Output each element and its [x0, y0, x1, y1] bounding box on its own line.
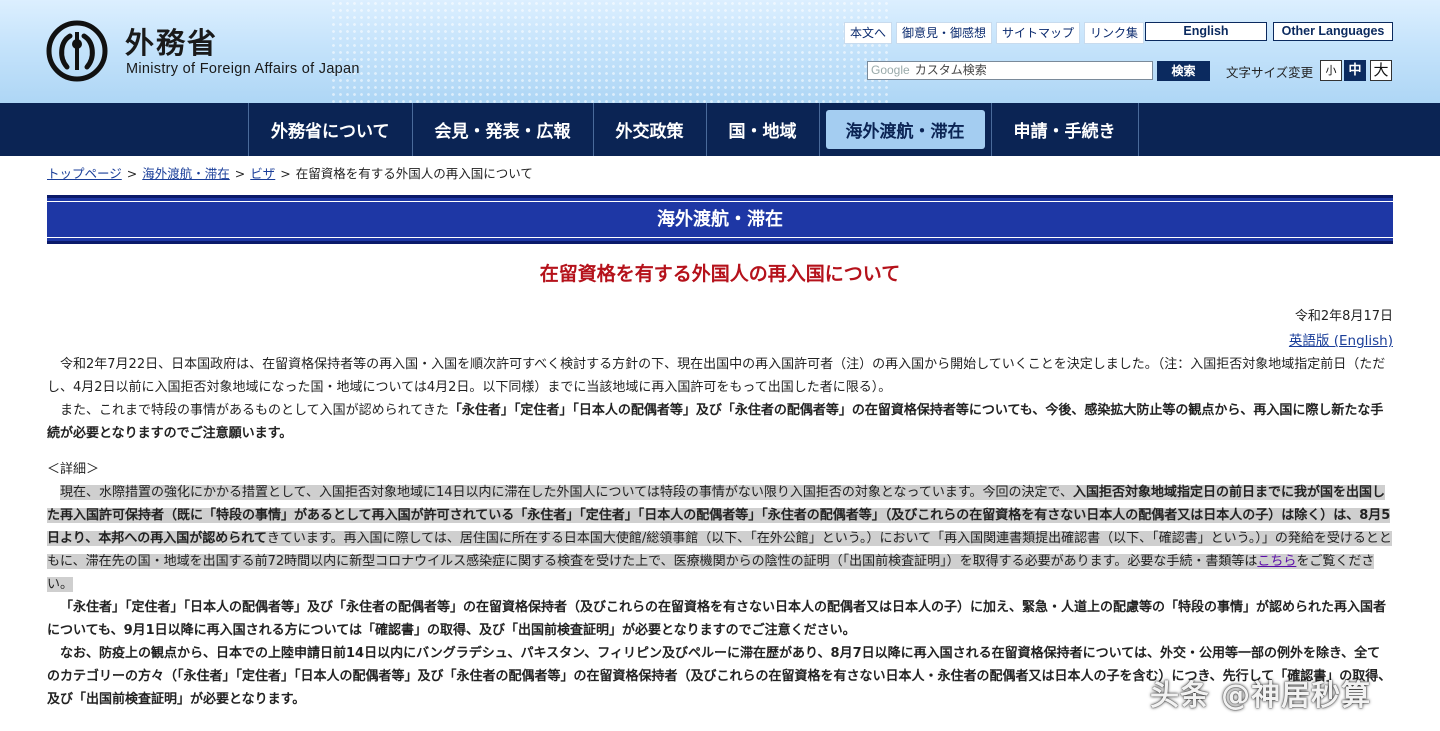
paragraph-1: 令和2年7月22日、日本国政府は、在留資格保持者等の再入国・入国を順次許可すべく…: [47, 357, 1386, 395]
breadcrumb-link-travel[interactable]: 海外渡航・滞在: [142, 166, 230, 181]
section-banner-title: 海外渡航・滞在: [47, 201, 1393, 238]
paragraph-4: 「永住者」「定住者」「日本人の配偶者等」及び「永住者の配偶者等」の在留資格保持者…: [47, 600, 1387, 638]
nav-item-applications[interactable]: 申請・手続き: [990, 103, 1139, 156]
english-version-link[interactable]: 英語版 (English): [1289, 329, 1393, 349]
article-body: 令和2年7月22日、日本国政府は、在留資格保持者等の再入国・入国を順次許可すべく…: [47, 353, 1393, 711]
google-label: Google: [871, 63, 910, 77]
font-size-label: 文字サイズ変更: [1226, 65, 1314, 80]
util-link-sitemap[interactable]: サイトマップ: [996, 22, 1081, 44]
paragraph-3: 現在、水際措置の強化にかかる措置として、入国拒否対象地域に14日以内に滞在した外…: [47, 481, 1393, 596]
nav-item-foreign-policy[interactable]: 外交政策: [592, 103, 706, 156]
util-link-skip-to-content[interactable]: 本文へ: [844, 22, 893, 44]
nav-item-about-mofa[interactable]: 外務省について: [248, 103, 412, 156]
utility-links: 本文へ 御意見・御感想 サイトマップ リンク集: [844, 22, 1145, 44]
breadcrumb-link-top[interactable]: トップページ: [47, 166, 122, 181]
font-size-large-button[interactable]: 大: [1370, 60, 1392, 81]
logo-title-ja[interactable]: 外務省: [125, 20, 218, 62]
font-size-small-button[interactable]: 小: [1320, 60, 1342, 81]
procedures-link[interactable]: こちら: [1257, 554, 1296, 569]
breadcrumb-separator: >: [234, 166, 246, 181]
breadcrumb-separator: >: [280, 166, 291, 181]
page-title: 在留資格を有する外国人の再入国について: [539, 263, 901, 285]
world-map-decoration: [330, 0, 890, 103]
paragraph-3-text: 現在、水際措置の強化にかかる措置として、入国拒否対象地域に14日以内に滞在した外…: [60, 485, 1073, 500]
breadcrumb-link-visa[interactable]: ビザ: [250, 166, 275, 181]
breadcrumb-separator: >: [126, 166, 138, 181]
search-input[interactable]: Google カスタム検索: [867, 61, 1153, 80]
breadcrumb-current: 在留資格を有する外国人の再入国について: [295, 166, 533, 181]
search-button[interactable]: 検索: [1157, 61, 1210, 81]
other-languages-button[interactable]: Other Languages: [1273, 22, 1393, 41]
site-header: 外務省 Ministry of Foreign Affairs of Japan…: [0, 0, 1440, 103]
util-link-feedback[interactable]: 御意見・御感想: [896, 22, 993, 44]
nav-item-countries-regions[interactable]: 国・地域: [705, 103, 819, 156]
english-button[interactable]: English: [1145, 22, 1267, 41]
font-size-medium-button[interactable]: 中: [1344, 60, 1366, 81]
logo-title-en[interactable]: Ministry of Foreign Affairs of Japan: [126, 61, 360, 77]
nav-item-travel-stay[interactable]: 海外渡航・滞在: [818, 103, 991, 156]
publish-date: 令和2年8月17日: [1294, 309, 1393, 324]
search-placeholder: カスタム検索: [914, 63, 987, 77]
main-navigation: 外務省について 会見・発表・広報 外交政策 国・地域 海外渡航・滞在 申請・手続…: [0, 103, 1440, 156]
breadcrumb: トップページ > 海外渡航・滞在 > ビザ > 在留資格を有する外国人の再入国について: [47, 163, 533, 182]
section-banner: 海外渡航・滞在: [47, 195, 1393, 244]
watermark-overlay: 头条 @神居秒算: [1150, 678, 1372, 712]
util-link-links[interactable]: リンク集: [1084, 22, 1145, 44]
details-heading: ＜詳細＞: [47, 462, 100, 477]
paragraph-2-text: また、これまで特段の事情があるものとして入国が認められてきた: [60, 403, 449, 418]
mofa-emblem-icon[interactable]: [46, 20, 108, 82]
paragraph-2: また、これまで特段の事情があるものとして入国が認められてきた「永住者」「定住者」…: [47, 399, 1393, 445]
nav-item-press[interactable]: 会見・発表・広報: [411, 103, 593, 156]
